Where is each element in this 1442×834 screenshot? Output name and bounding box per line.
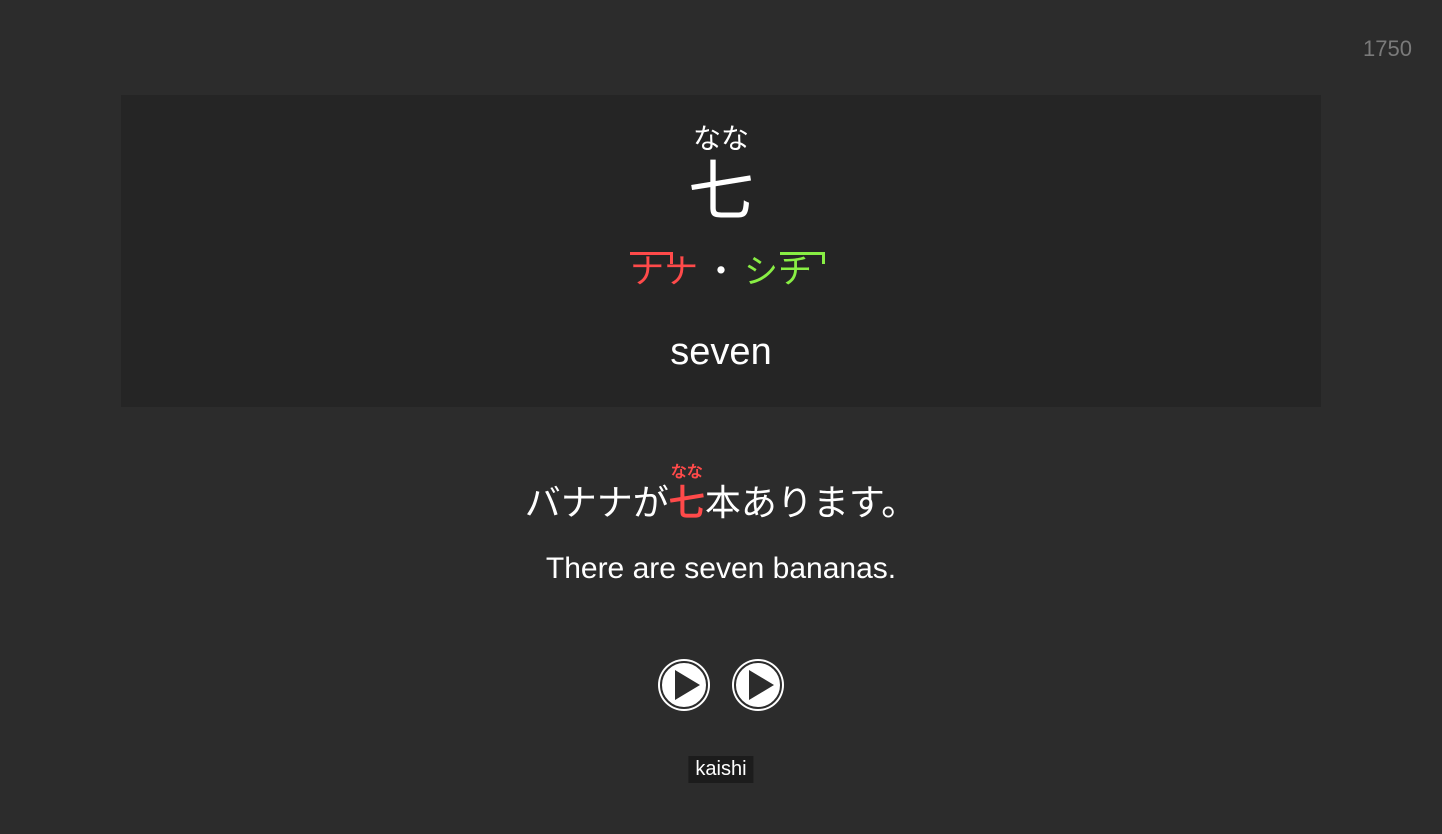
- target-kanji: 七: [668, 483, 705, 524]
- onyomi-reading-2: シチ: [744, 252, 825, 289]
- play-sentence-audio-button[interactable]: [731, 658, 785, 712]
- flashcard-page: 1750 なな 七 ナナ ・ シチ seven バナナが なな 七本あります。 Th…: [0, 0, 1442, 834]
- kanji-character: 七: [688, 153, 754, 230]
- card-id-counter: 1750: [1363, 36, 1412, 61]
- onyomi-reading-1: ナナ: [630, 252, 698, 289]
- example-sentence: バナナが なな七本あります。: [0, 464, 1442, 524]
- sentence-before: バナナが: [524, 483, 669, 524]
- play-icon: [658, 659, 710, 711]
- pitch-accent-mark: [630, 252, 673, 264]
- target-furigana: なな: [670, 462, 703, 481]
- kanji-reading: なな: [692, 122, 749, 155]
- sentence-after: 本あります。: [704, 483, 918, 524]
- sentence-target-word: なな七: [668, 464, 705, 524]
- onyomi-readings: ナナ ・ シチ: [121, 252, 1321, 292]
- play-icon: [732, 659, 784, 711]
- pitch-accent-mark: [780, 252, 825, 264]
- play-word-audio-button[interactable]: [657, 658, 711, 712]
- audio-controls: [0, 658, 1442, 712]
- kanji-panel: なな 七 ナナ ・ シチ seven: [121, 95, 1321, 407]
- sentence-translation: There are seven bananas.: [545, 552, 897, 585]
- reading-separator: ・: [704, 252, 738, 292]
- kanji-meaning: seven: [670, 331, 772, 373]
- tag-badge: kaishi: [688, 756, 754, 783]
